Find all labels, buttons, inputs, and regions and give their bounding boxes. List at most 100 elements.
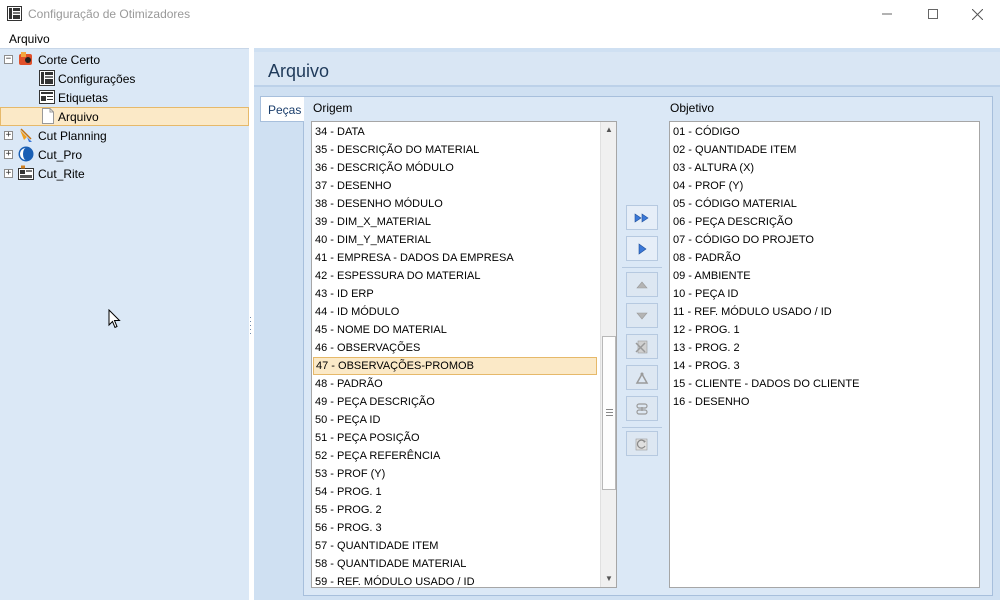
list-item[interactable]: 02 - QUANTIDADE ITEM: [673, 141, 978, 159]
edit-button[interactable]: [626, 365, 658, 390]
list-item[interactable]: 05 - CÓDIGO MATERIAL: [673, 195, 978, 213]
tree-label: Configurações: [58, 72, 136, 86]
list-item[interactable]: 04 - PROF (Y): [673, 177, 978, 195]
link-icon: [636, 402, 648, 415]
list-item[interactable]: 34 - DATA: [315, 123, 599, 141]
tree-node-cut-planning[interactable]: + Cut Planning: [0, 126, 249, 145]
list-item[interactable]: 51 - PEÇA POSIÇÃO: [315, 429, 599, 447]
list-item[interactable]: 58 - QUANTIDADE MATERIAL: [315, 555, 599, 573]
list-item[interactable]: 48 - PADRÃO: [315, 375, 599, 393]
list-item[interactable]: 15 - CLIENTE - DADOS DO CLIENTE: [673, 375, 978, 393]
expand-icon[interactable]: +: [4, 169, 13, 178]
scroll-up-icon[interactable]: ▲: [601, 122, 616, 138]
splitter-grip-icon[interactable]: [249, 316, 252, 334]
list-item[interactable]: 53 - PROF (Y): [315, 465, 599, 483]
list-item[interactable]: 35 - DESCRIÇÃO DO MATERIAL: [315, 141, 599, 159]
list-item[interactable]: 47 - OBSERVAÇÕES-PROMOB: [313, 357, 597, 375]
list-item[interactable]: 10 - PEÇA ID: [673, 285, 978, 303]
tree-node-cut-rite[interactable]: + Cut_Rite: [0, 164, 249, 183]
list-item[interactable]: 37 - DESENHO: [315, 177, 599, 195]
move-up-button[interactable]: [626, 272, 658, 297]
optimizer-tree: − Corte Certo Configurações Etiquetas Ar…: [0, 48, 249, 600]
edit-icon: [635, 371, 649, 384]
mouse-cursor-icon: [108, 309, 121, 329]
list-item[interactable]: 09 - AMBIENTE: [673, 267, 978, 285]
add-all-button[interactable]: [626, 205, 658, 230]
origem-scrollbar[interactable]: ▲ ▼: [600, 122, 616, 587]
list-item[interactable]: 12 - PROG. 1: [673, 321, 978, 339]
tree-label: Etiquetas: [58, 91, 109, 105]
list-item[interactable]: 59 - REF. MÓDULO USADO / ID: [315, 573, 599, 587]
list-item[interactable]: 11 - REF. MÓDULO USADO / ID: [673, 303, 978, 321]
menu-bar: Arquivo: [0, 29, 1000, 48]
cut-pro-icon: [18, 146, 34, 162]
list-item[interactable]: 16 - DESENHO: [673, 393, 978, 411]
list-item[interactable]: 44 - ID MÓDULO: [315, 303, 599, 321]
list-item[interactable]: 13 - PROG. 2: [673, 339, 978, 357]
menu-arquivo[interactable]: Arquivo: [9, 32, 50, 46]
list-item[interactable]: 55 - PROG. 2: [315, 501, 599, 519]
title-bar: Configuração de Otimizadores: [0, 0, 1000, 28]
collapse-icon[interactable]: −: [4, 55, 13, 64]
tree-label: Arquivo: [58, 110, 99, 124]
list-item[interactable]: 39 - DIM_X_MATERIAL: [315, 213, 599, 231]
button-separator: [622, 427, 662, 428]
tree-label: Cut_Pro: [38, 148, 83, 162]
list-item[interactable]: 36 - DESCRIÇÃO MÓDULO: [315, 159, 599, 177]
list-item[interactable]: 42 - ESPESSURA DO MATERIAL: [315, 267, 599, 285]
maximize-icon: [928, 9, 938, 19]
list-item[interactable]: 07 - CÓDIGO DO PROJETO: [673, 231, 978, 249]
double-arrow-right-icon: [634, 212, 649, 223]
list-item[interactable]: 56 - PROG. 3: [315, 519, 599, 537]
tab-label: Peças: [268, 103, 302, 117]
list-item[interactable]: 38 - DESENHO MÓDULO: [315, 195, 599, 213]
panel-title: Arquivo: [268, 61, 330, 81]
list-item[interactable]: 52 - PEÇA REFERÊNCIA: [315, 447, 599, 465]
list-item[interactable]: 08 - PADRÃO: [673, 249, 978, 267]
corte-certo-icon: [19, 52, 32, 65]
window-title: Configuração de Otimizadores: [28, 7, 191, 21]
list-item[interactable]: 43 - ID ERP: [315, 285, 599, 303]
list-item[interactable]: 49 - PEÇA DESCRIÇÃO: [315, 393, 599, 411]
grip-icon: [606, 409, 613, 416]
scroll-thumb[interactable]: [602, 336, 616, 490]
origem-label: Origem: [313, 101, 353, 115]
tree-label: Cut Planning: [38, 129, 107, 143]
tree-label: Corte Certo: [38, 53, 101, 67]
minimize-button[interactable]: [864, 0, 910, 28]
tree-node-cut-pro[interactable]: + Cut_Pro: [0, 145, 249, 164]
list-item[interactable]: 03 - ALTURA (X): [673, 159, 978, 177]
close-button[interactable]: [954, 0, 1000, 28]
maximize-button[interactable]: [910, 0, 956, 28]
refresh-button[interactable]: [626, 431, 658, 456]
panel-divider: [254, 85, 1000, 87]
scroll-down-icon[interactable]: ▼: [601, 571, 616, 587]
move-down-button[interactable]: [626, 303, 658, 328]
tab-pecas[interactable]: Peças: [260, 96, 304, 122]
remove-button[interactable]: [626, 334, 658, 359]
add-button[interactable]: [626, 236, 658, 261]
objetivo-label: Objetivo: [670, 101, 715, 115]
list-item[interactable]: 50 - PEÇA ID: [315, 411, 599, 429]
cut-rite-icon: [18, 165, 34, 180]
tree-node-etiquetas[interactable]: Etiquetas: [0, 88, 249, 107]
link-button[interactable]: [626, 396, 658, 421]
tree-node-corte-certo[interactable]: − Corte Certo: [0, 50, 249, 69]
expand-icon[interactable]: +: [4, 150, 13, 159]
list-item[interactable]: 57 - QUANTIDADE ITEM: [315, 537, 599, 555]
list-item[interactable]: 45 - NOME DO MATERIAL: [315, 321, 599, 339]
refresh-icon: [635, 438, 648, 450]
objetivo-list[interactable]: 01 - CÓDIGO 02 - QUANTIDADE ITEM 03 - ALTU…: [669, 121, 980, 588]
list-item[interactable]: 41 - EMPRESA - DADOS DA EMPRESA: [315, 249, 599, 267]
list-item[interactable]: 54 - PROG. 1: [315, 483, 599, 501]
list-item[interactable]: 01 - CÓDIGO: [673, 123, 978, 141]
list-item[interactable]: 06 - PEÇA DESCRIÇÃO: [673, 213, 978, 231]
arrow-up-icon: [636, 281, 648, 288]
list-item[interactable]: 40 - DIM_Y_MATERIAL: [315, 231, 599, 249]
list-item[interactable]: 14 - PROG. 3: [673, 357, 978, 375]
origem-list[interactable]: 34 - DATA 35 - DESCRIÇÃO DO MATERIAL 36 - …: [311, 121, 617, 588]
expand-icon[interactable]: +: [4, 131, 13, 140]
tree-node-arquivo[interactable]: Arquivo: [0, 107, 249, 126]
tree-node-configuracoes[interactable]: Configurações: [0, 69, 249, 88]
list-item[interactable]: 46 - OBSERVAÇÕES: [315, 339, 599, 357]
